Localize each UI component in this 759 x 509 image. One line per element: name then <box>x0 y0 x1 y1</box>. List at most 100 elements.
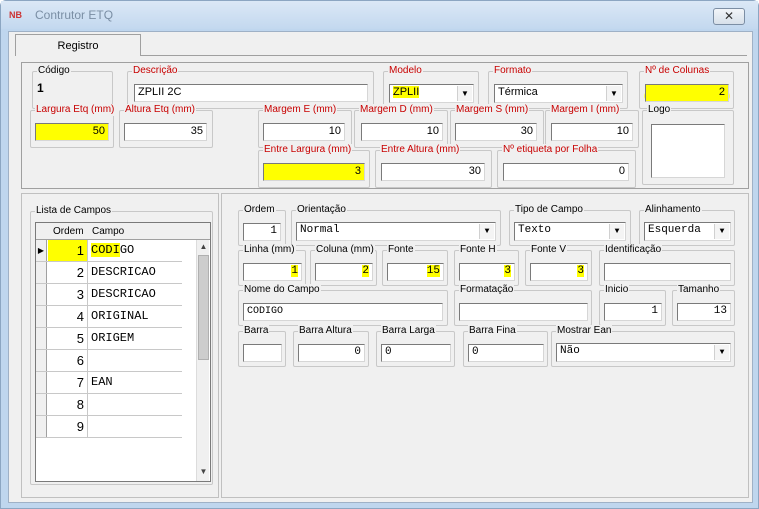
chevron-down-icon[interactable]: ▼ <box>606 86 621 101</box>
campo-cell[interactable]: ORIGINAL <box>89 306 182 327</box>
ordem-cell[interactable]: 1 <box>48 240 88 261</box>
chevron-down-icon[interactable]: ▼ <box>479 224 494 239</box>
row-indicator[interactable] <box>36 394 47 415</box>
col-ordem-header: Ordem <box>53 226 84 237</box>
tab-registro[interactable]: Registro <box>15 34 141 56</box>
chevron-down-icon[interactable]: ▼ <box>714 345 729 360</box>
row-pointer-icon[interactable]: ▶ <box>36 240 47 261</box>
table-row[interactable]: 9 <box>36 416 182 438</box>
campo-cell[interactable] <box>89 350 182 371</box>
entre-altura-input[interactable]: 30 <box>381 163 485 181</box>
logo-image-box[interactable] <box>651 124 725 178</box>
formatacao-label: Formatação <box>459 284 515 296</box>
table-row[interactable]: 2 DESCRICAO <box>36 262 182 284</box>
inicio-input[interactable]: 1 <box>604 303 662 321</box>
ordem-cell[interactable]: 6 <box>48 350 88 371</box>
table-row[interactable]: 7 EAN <box>36 372 182 394</box>
margem-e-input[interactable]: 10 <box>263 123 345 141</box>
orientacao-select[interactable]: Normal ▼ <box>296 222 496 241</box>
n-etiqueta-folha-input[interactable]: 0 <box>503 163 629 181</box>
ordem-cell[interactable]: 4 <box>48 306 88 327</box>
entre-largura-group: Entre Largura (mm) 3 <box>258 144 370 188</box>
nome-campo-input[interactable]: CODIGO <box>243 303 443 321</box>
table-row[interactable]: 5 ORIGEM <box>36 328 182 350</box>
alinhamento-label: Alinhamento <box>644 204 702 216</box>
campo-cell[interactable]: EAN <box>89 372 182 393</box>
ordem-input[interactable]: 1 <box>243 223 281 241</box>
margem-s-group: Margem S (mm) 30 <box>450 104 544 148</box>
campo-cell[interactable]: CODIGO <box>89 240 182 261</box>
margem-d-input[interactable]: 10 <box>361 123 443 141</box>
row-indicator[interactable] <box>36 372 47 393</box>
barra-fina-label: Barra Fina <box>468 325 517 337</box>
ordem-cell[interactable]: 3 <box>48 284 88 305</box>
margem-i-input[interactable]: 10 <box>551 123 633 141</box>
ordem-cell[interactable]: 8 <box>48 394 88 415</box>
table-row[interactable]: 6 <box>36 350 182 372</box>
table-row[interactable]: ▶ 1 CODIGO <box>36 240 182 262</box>
campos-grid[interactable]: Ordem Campo ▶ 1 CODIGO 2 DESCRICAO 3 DESCRICAO… <box>35 222 211 482</box>
campo-cell[interactable] <box>89 416 182 437</box>
margem-i-label: Margem I (mm) <box>550 104 621 116</box>
formatacao-group: Formatação <box>454 284 592 326</box>
mostrar-ean-group: Mostrar Ean Não ▼ <box>551 325 735 367</box>
row-indicator[interactable] <box>36 262 47 283</box>
entre-largura-input[interactable]: 3 <box>263 163 365 181</box>
linha-label: Linha (mm) <box>243 244 296 256</box>
ordem-cell[interactable]: 5 <box>48 328 88 349</box>
row-indicator[interactable] <box>36 328 47 349</box>
barra-fina-input[interactable]: 0 <box>468 344 544 362</box>
barra-larga-input[interactable]: 0 <box>381 344 451 362</box>
row-indicator[interactable] <box>36 306 47 327</box>
ordem-cell[interactable]: 9 <box>48 416 88 437</box>
chevron-down-icon[interactable]: ▼ <box>714 224 729 239</box>
table-row[interactable]: 4 ORIGINAL <box>36 306 182 328</box>
margem-s-input[interactable]: 30 <box>455 123 537 141</box>
fonte-input[interactable]: 15 <box>387 263 444 281</box>
close-button[interactable]: ✕ <box>713 8 745 25</box>
vertical-scrollbar[interactable]: ▲ ▼ <box>196 240 209 481</box>
n-colunas-input[interactable]: 2 <box>645 84 729 102</box>
row-indicator[interactable] <box>36 416 47 437</box>
altura-etq-label: Altura Etq (mm) <box>124 104 197 116</box>
descricao-input[interactable]: ZPLII 2C <box>134 84 368 102</box>
modelo-value: ZPLII <box>393 86 420 98</box>
campo-cell[interactable]: DESCRICAO <box>89 284 182 305</box>
campo-cell[interactable]: DESCRICAO <box>89 262 182 283</box>
fonte-v-input[interactable]: 3 <box>530 263 588 281</box>
row-indicator[interactable] <box>36 284 47 305</box>
ordem-cell[interactable]: 7 <box>48 372 88 393</box>
formato-select[interactable]: Térmica ▼ <box>494 84 623 103</box>
alinhamento-select[interactable]: Esquerda ▼ <box>644 222 731 241</box>
campo-cell[interactable] <box>89 394 182 415</box>
barra-altura-input[interactable]: 0 <box>298 344 365 362</box>
n-colunas-label: Nº de Colunas <box>644 65 711 77</box>
largura-etq-input[interactable]: 50 <box>35 123 109 141</box>
barra-input[interactable] <box>243 344 282 362</box>
fonte-h-input[interactable]: 3 <box>459 263 515 281</box>
mostrar-ean-select[interactable]: Não ▼ <box>556 343 731 362</box>
margem-i-group: Margem I (mm) 10 <box>545 104 639 148</box>
scroll-down-icon[interactable]: ▼ <box>197 466 210 478</box>
scroll-up-icon[interactable]: ▲ <box>197 241 210 253</box>
row-indicator[interactable] <box>36 350 47 371</box>
ordem-cell[interactable]: 2 <box>48 262 88 283</box>
altura-etq-input[interactable]: 35 <box>124 123 207 141</box>
altura-etq-group: Altura Etq (mm) 35 <box>119 104 213 148</box>
table-row[interactable]: 3 DESCRICAO <box>36 284 182 306</box>
tipo-campo-select[interactable]: Texto ▼ <box>514 222 626 241</box>
fonte-group: Fonte 15 <box>382 244 448 286</box>
scroll-thumb[interactable] <box>198 255 209 360</box>
campo-cell[interactable]: ORIGEM <box>89 328 182 349</box>
barra-larga-group: Barra Larga 0 <box>376 325 455 367</box>
table-row[interactable]: 8 <box>36 394 182 416</box>
chevron-down-icon[interactable]: ▼ <box>609 224 624 239</box>
identificacao-input[interactable] <box>604 263 731 281</box>
modelo-select[interactable]: ZPLII ▼ <box>389 84 474 103</box>
chevron-down-icon[interactable]: ▼ <box>457 86 472 101</box>
linha-input[interactable]: 1 <box>243 263 302 281</box>
tamanho-input[interactable]: 13 <box>677 303 731 321</box>
ordem-label: Ordem <box>243 204 276 216</box>
coluna-input[interactable]: 2 <box>315 263 373 281</box>
formatacao-input[interactable] <box>459 303 588 321</box>
